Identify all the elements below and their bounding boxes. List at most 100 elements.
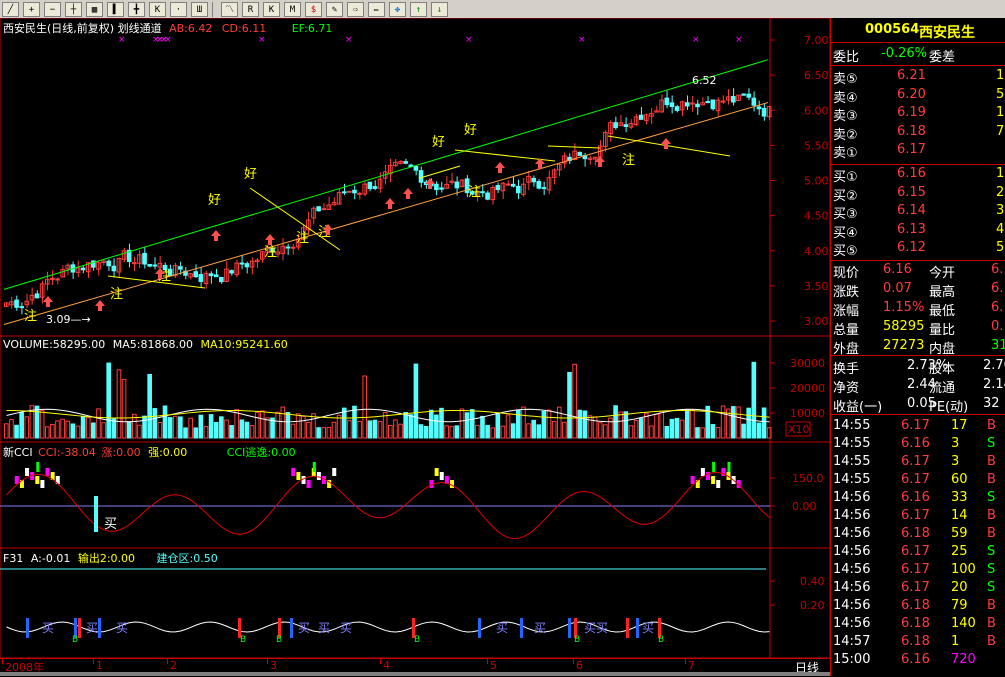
stat-label: 外盘 <box>833 342 860 357</box>
volume-bar <box>70 423 76 439</box>
volume-bar <box>567 371 572 439</box>
down-arrow-icon[interactable]: ↓ <box>431 1 448 17</box>
tick-row: 14:56 6.17 20 S <box>831 580 1005 598</box>
x-axis-label: 2 <box>170 659 177 672</box>
zoom-out-icon[interactable]: − <box>44 1 61 17</box>
volume-bar <box>300 415 306 439</box>
f31-buy-label: 买买 <box>584 621 608 635</box>
y-tick-label: 0.40 <box>800 575 825 588</box>
up-arrow-icon[interactable]: ↑ <box>410 1 427 17</box>
stat-label: 最低 <box>929 304 956 319</box>
move-icon[interactable]: ✥ <box>389 1 406 17</box>
kdj-icon[interactable]: K <box>263 1 280 17</box>
cci-block <box>711 476 716 484</box>
f31-signal-bar <box>78 618 81 638</box>
candle-body <box>480 191 485 194</box>
buy-arrow-icon <box>43 296 53 307</box>
volume-bar <box>546 409 552 439</box>
tick-time: 14:57 <box>833 634 871 649</box>
macd-icon[interactable]: M <box>284 1 301 17</box>
volume-bar <box>172 415 178 439</box>
volume-bar <box>664 425 670 439</box>
f31-build: 建仓区:0.50 <box>156 552 218 565</box>
volume-bar <box>434 414 439 439</box>
stock-name: 西安民生 <box>919 25 975 41</box>
stat-row: 现价 6.16 今开 6. <box>831 262 1005 281</box>
buy-arrow-icon <box>211 230 221 241</box>
volume-bar <box>587 415 593 439</box>
stat-value: 6. <box>991 281 1004 296</box>
cci-block <box>434 468 439 476</box>
volume-bar <box>126 421 132 439</box>
volume-bar <box>65 420 71 439</box>
crosshair-icon[interactable]: ┼ <box>65 1 82 17</box>
trend-icon[interactable]: 〽 <box>221 1 238 17</box>
volume-bar <box>556 406 562 439</box>
bid-label: 买④ <box>833 225 858 241</box>
volume-bar <box>111 418 117 439</box>
main-panel-title: 西安民生(日线,前复权) 划线通道 AB:6.42 CD:6.11 EF:6.7… <box>3 20 332 36</box>
candle-icon[interactable]: ╋ <box>128 1 145 17</box>
volume-panel-title: VOLUME:58295.00 MA5:81868.00 MA10:95241.… <box>3 338 288 351</box>
candle-body <box>147 264 152 267</box>
stat-label: 流通 <box>929 381 956 396</box>
fence-icon[interactable]: Ш <box>191 1 208 17</box>
volume-bar <box>331 421 337 439</box>
kline-icon[interactable]: K <box>149 1 166 17</box>
tick-price: 6.17 <box>901 544 930 559</box>
tools-icon[interactable]: ✎ <box>326 1 343 17</box>
f31-signal-bar <box>290 618 293 638</box>
stat-label: 量比 <box>929 323 956 338</box>
ask-row: 卖② 6.18 7 <box>831 124 1005 143</box>
tick-time: 14:56 <box>833 562 871 577</box>
volume-bar <box>372 419 378 439</box>
volume-bar <box>239 419 245 439</box>
f31-b-label: B <box>72 635 78 645</box>
stat-value: 32 <box>983 396 1000 411</box>
cci-name: 新CCI <box>3 446 33 459</box>
dollar-icon[interactable]: $ <box>305 1 322 17</box>
volume-bar <box>485 424 490 439</box>
good-marker: 好 <box>432 135 445 150</box>
dot-icon[interactable]: · <box>170 1 187 17</box>
stat-value: 0. <box>991 319 1004 334</box>
candle-body <box>198 273 204 282</box>
candle-body <box>34 293 40 299</box>
volume-bar <box>715 427 721 439</box>
bottom-tab-strip[interactable] <box>0 672 830 676</box>
tick-price: 6.17 <box>901 562 930 577</box>
tick-price: 6.18 <box>901 598 930 613</box>
volume-bar <box>597 422 603 439</box>
tick-volume: 79 <box>951 598 968 613</box>
zoom-in-icon[interactable]: + <box>23 1 40 17</box>
volume-bar <box>91 422 96 439</box>
buy-arrow-icon <box>265 234 275 245</box>
x-axis-tick <box>487 659 488 664</box>
chart-line-icon[interactable]: ╱ <box>2 1 19 17</box>
y-tick-label: 5.50 <box>804 139 829 152</box>
candle-body <box>541 187 547 190</box>
bar-icon[interactable]: ▌ <box>107 1 124 17</box>
tick-price: 6.16 <box>901 652 930 667</box>
pen-icon[interactable]: ✏ <box>368 1 385 17</box>
volume-bar <box>439 407 444 439</box>
cci-block <box>690 476 695 484</box>
grid-icon[interactable]: ▦ <box>86 1 103 17</box>
f31-signal-bar <box>98 618 101 638</box>
candle-body <box>357 192 362 195</box>
volume-bar <box>577 409 583 439</box>
tick-row: 14:56 6.17 25 S <box>831 544 1005 562</box>
volume-bar <box>536 424 542 439</box>
rsi-icon[interactable]: R <box>242 1 259 17</box>
chart-area[interactable]: 7.00 6.50 6.00 5.50 5.00 4.50 4.00 3.50 3.00 好好好好… <box>0 18 830 658</box>
candle-body <box>664 97 670 106</box>
stat-label: 换手 <box>833 362 860 377</box>
cci-buy-label: 买 <box>104 517 117 532</box>
candle-body <box>413 165 419 171</box>
candle-body <box>208 273 214 277</box>
stat-row: 换手2.73%股本2.70 <box>831 358 1005 377</box>
cci-block <box>332 468 337 476</box>
volume-bar <box>505 414 511 439</box>
export-icon[interactable]: ⇨ <box>347 1 364 17</box>
volume-bar <box>224 419 229 439</box>
